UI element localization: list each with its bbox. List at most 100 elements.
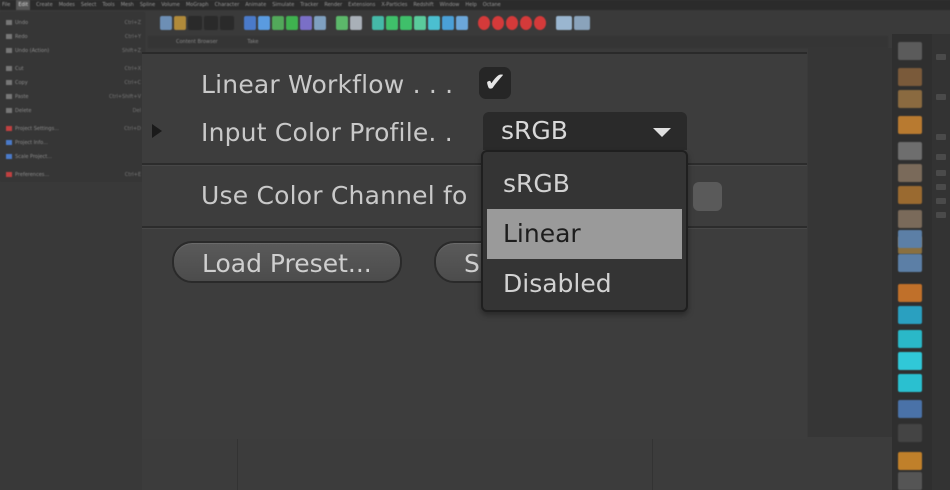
edit-menu-item[interactable]: Copy: [6, 80, 28, 86]
edit-menu-item[interactable]: Cut: [6, 66, 24, 72]
undo-icon[interactable]: [160, 16, 172, 30]
blue-tool-icon[interactable]: [898, 400, 922, 418]
menu-item[interactable]: MoGraph: [186, 0, 209, 10]
edit-menu-item-label: Undo (Action): [15, 48, 50, 54]
menu-item[interactable]: Volume: [161, 0, 180, 10]
option-linear[interactable]: Linear: [487, 209, 682, 259]
dots-icon[interactable]: [898, 330, 922, 348]
menu-item[interactable]: Create: [36, 0, 53, 10]
menu-item[interactable]: Animate: [245, 0, 266, 10]
edit-menu-shortcut: Ctrl+E: [124, 172, 141, 178]
left-panel-background: [0, 182, 142, 490]
menu-item-icon: [6, 108, 12, 113]
edit-menu-item[interactable]: Delete: [6, 108, 31, 114]
menu-item[interactable]: Render: [324, 0, 342, 10]
paint-icon[interactable]: [898, 306, 922, 324]
minus-icon[interactable]: [442, 16, 454, 30]
edit-menu-item[interactable]: Redo: [6, 34, 28, 40]
record-icon[interactable]: [506, 16, 518, 30]
viewport-background: [808, 48, 892, 437]
record-icon[interactable]: [492, 16, 504, 30]
deformer-icon[interactable]: [300, 16, 312, 30]
model-icon[interactable]: [898, 68, 922, 86]
edit-menu-item-label: Cut: [15, 66, 24, 72]
edit-menu-item[interactable]: Project Info...: [6, 140, 48, 146]
sculpt-icon[interactable]: [898, 254, 922, 272]
filter-icon[interactable]: [414, 16, 426, 30]
funnel-icon[interactable]: [428, 16, 440, 30]
menu-item[interactable]: Modes: [59, 0, 75, 10]
render-region-icon[interactable]: [188, 16, 202, 30]
subdivision-icon[interactable]: [272, 16, 284, 30]
pen-icon[interactable]: [258, 16, 270, 30]
color-profile-dropdown: sRGB Linear Disabled: [481, 150, 688, 312]
menu-item[interactable]: Tracker: [300, 0, 318, 10]
cyan-cube-icon[interactable]: [898, 352, 922, 370]
menu-item[interactable]: Help: [465, 0, 476, 10]
menu-item[interactable]: Octane: [483, 0, 501, 10]
menu-item[interactable]: Edit: [16, 0, 31, 10]
render-view-icon[interactable]: [204, 16, 218, 30]
edit-menu-item[interactable]: Scale Project...: [6, 154, 52, 160]
polygon-icon[interactable]: [898, 116, 922, 134]
grey-tool-icon[interactable]: [898, 472, 922, 490]
edit-menu-shortcut: Ctrl+Z: [124, 20, 141, 26]
edges-icon[interactable]: [898, 164, 922, 182]
texture-icon[interactable]: [898, 90, 922, 108]
menu-item[interactable]: Extensions: [348, 0, 375, 10]
edit-menu-item[interactable]: Preferences...: [6, 172, 49, 178]
globe-icon[interactable]: [898, 424, 922, 442]
expand-arrow-icon[interactable]: [152, 124, 162, 138]
edit-menu-item-label: Project Settings...: [15, 126, 59, 132]
menu-item[interactable]: Character: [215, 0, 240, 10]
menu-item[interactable]: Redshift: [413, 0, 433, 10]
edit-menu-item[interactable]: Project Settings...: [6, 126, 59, 132]
cyan-shape-icon[interactable]: [898, 374, 922, 392]
menu-item[interactable]: Mesh: [121, 0, 134, 10]
menu-item[interactable]: Simulate: [272, 0, 294, 10]
menu-item[interactable]: Select: [81, 0, 96, 10]
cloner-icon[interactable]: [286, 16, 298, 30]
layout-icon[interactable]: [574, 16, 590, 30]
tab-take[interactable]: Take: [247, 39, 258, 45]
window-icon[interactable]: [556, 16, 572, 30]
option-srgb[interactable]: sRGB: [487, 159, 682, 209]
record-icon[interactable]: [520, 16, 532, 30]
tab-content-browser[interactable]: Content Browser: [176, 39, 218, 45]
render-settings-icon[interactable]: [220, 16, 234, 30]
tag-icon[interactable]: [372, 16, 384, 30]
points-icon[interactable]: [898, 142, 922, 160]
orange-tool-icon[interactable]: [898, 452, 922, 470]
menu-item[interactable]: X-Particles: [381, 0, 407, 10]
axis-icon[interactable]: [898, 186, 922, 204]
menu-item[interactable]: Spline: [140, 0, 155, 10]
add-icon[interactable]: [386, 16, 398, 30]
view-icon[interactable]: [898, 42, 922, 60]
menu-item[interactable]: Window: [440, 0, 460, 10]
right-toolbar: [892, 34, 932, 490]
menu-item[interactable]: Tools: [102, 0, 114, 10]
field-icon[interactable]: [314, 16, 326, 30]
record-icon[interactable]: [534, 16, 546, 30]
option-disabled[interactable]: Disabled: [487, 259, 682, 309]
use-color-channel-checkbox[interactable]: [693, 182, 722, 211]
edit-menu-item[interactable]: Paste: [6, 94, 29, 100]
camera-icon[interactable]: [350, 16, 362, 30]
edit-menu-item[interactable]: Undo: [6, 20, 28, 26]
linear-workflow-checkbox[interactable]: ✔: [479, 67, 511, 99]
scene-icon[interactable]: [336, 16, 348, 30]
menu-item[interactable]: File: [2, 0, 10, 10]
selection-icon[interactable]: [174, 16, 186, 30]
heart-icon[interactable]: [400, 16, 412, 30]
grid-icon[interactable]: [456, 16, 468, 30]
snap-icon[interactable]: [898, 210, 922, 228]
edit-menu-item[interactable]: Undo (Action): [6, 48, 49, 54]
cube-icon[interactable]: [244, 16, 256, 30]
load-preset-button[interactable]: Load Preset...: [172, 241, 402, 283]
edit-menu-shortcut: Shift+Z: [122, 48, 141, 54]
input-color-profile-select[interactable]: sRGB: [483, 112, 687, 150]
checkmark-icon: ✔: [484, 68, 506, 98]
record-icon[interactable]: [478, 16, 490, 30]
brush-icon[interactable]: [898, 284, 922, 302]
lock-icon[interactable]: [898, 230, 922, 248]
